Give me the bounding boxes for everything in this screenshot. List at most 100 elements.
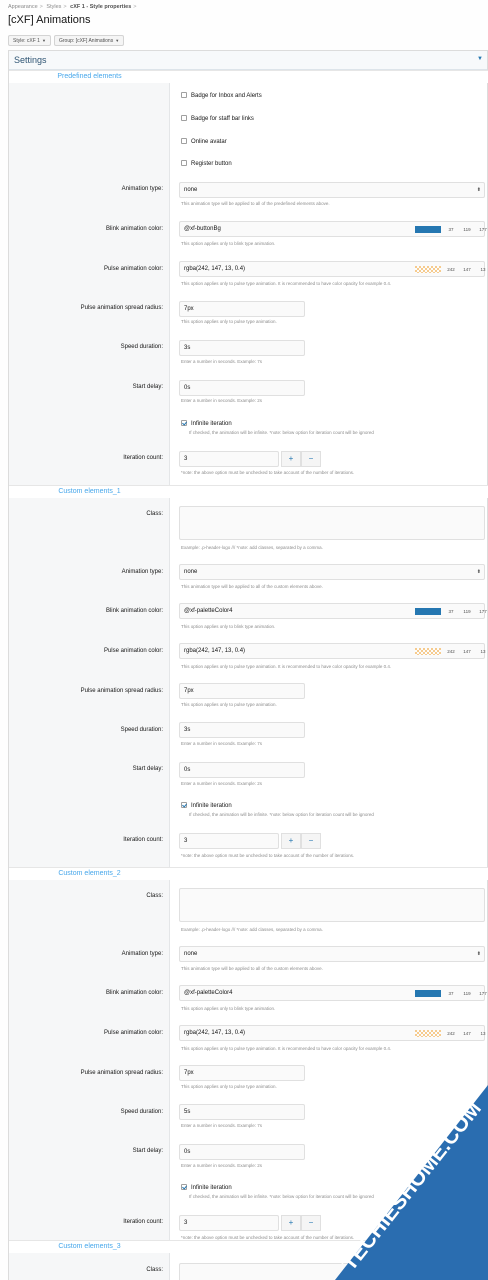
speed-input[interactable]: 3s: [179, 340, 305, 356]
hint-iteration: *note: the above option must be unchecke…: [181, 470, 355, 475]
select-arrows-icon: ⬍: [476, 187, 481, 193]
checkbox-register-button[interactable]: Register button: [181, 160, 232, 167]
checkbox-icon[interactable]: [181, 160, 187, 166]
checkbox-label: Badge for Inbox and Alerts: [191, 93, 262, 99]
hint-animation-type: This animation type will be applied to a…: [181, 201, 330, 206]
rgb-r: 242: [447, 649, 455, 654]
checkbox-badge-staff[interactable]: Badge for staff bar links: [181, 115, 254, 122]
class-textarea[interactable]: [179, 506, 485, 540]
input-value: 7px: [184, 1070, 194, 1076]
checkbox-icon[interactable]: [181, 92, 187, 98]
rgb-r: 37: [448, 227, 454, 232]
section-title-custom-3: Custom elements_3: [58, 1243, 121, 1250]
checkbox-label: Badge for staff bar links: [191, 116, 254, 122]
checkbox-checked-icon[interactable]: [181, 1184, 187, 1190]
class-textarea[interactable]: [179, 1263, 485, 1280]
label-spread-radius: Pulse animation spread radius:: [80, 688, 163, 694]
blink-color-swatch[interactable]: [415, 990, 441, 997]
speed-input[interactable]: 3s: [179, 722, 305, 738]
animation-type-select[interactable]: none ⬍: [179, 946, 485, 962]
decrement-button[interactable]: −: [301, 451, 321, 467]
decrement-button[interactable]: −: [301, 1215, 321, 1231]
checkbox-infinite[interactable]: Infinite iteration: [181, 802, 232, 809]
section-title-custom-2: Custom elements_2: [58, 870, 121, 877]
hint-infinite: If checked, the animation will be infini…: [189, 1194, 374, 1199]
group-filter-button[interactable]: Group: [cXF] Animations ▼: [54, 35, 125, 46]
hint-pulse: This option applies only to pulse type a…: [181, 1046, 392, 1051]
style-filter-button[interactable]: Style: cXF 1 ▼: [8, 35, 51, 46]
rgb-b: 13: [480, 267, 486, 272]
label-animation-type: Animation type:: [121, 186, 163, 192]
checkbox-checked-icon[interactable]: [181, 802, 187, 808]
breadcrumb-style-properties[interactable]: cXF 1 - Style properties: [70, 4, 131, 10]
input-value: 3s: [184, 345, 191, 351]
start-delay-input[interactable]: 0s: [179, 1144, 305, 1160]
rgb-b: 177: [479, 227, 487, 232]
breadcrumb-appearance[interactable]: Appearance: [8, 4, 38, 10]
section-title-custom-1: Custom elements_1: [58, 488, 121, 495]
rgb-r: 37: [448, 609, 454, 614]
start-delay-input[interactable]: 0s: [179, 380, 305, 396]
collapse-toggle-icon[interactable]: ▼: [477, 56, 483, 62]
start-delay-input[interactable]: 0s: [179, 762, 305, 778]
label-column: [9, 51, 170, 1280]
input-value: 7px: [184, 306, 194, 312]
label-class: Class:: [146, 893, 163, 899]
input-value: @xf-paletteColor4: [184, 990, 233, 996]
rgb-b: 13: [480, 1031, 486, 1036]
speed-input[interactable]: 5s: [179, 1104, 305, 1120]
page-title: [cXF] Animations: [8, 14, 91, 26]
hint-iteration: *note: the above option must be unchecke…: [181, 853, 355, 858]
hint-infinite: If checked, the animation will be infini…: [189, 812, 374, 817]
iteration-count-input[interactable]: 3: [179, 451, 279, 467]
hint-pulse: This option applies only to pulse type a…: [181, 281, 392, 286]
blink-color-swatch[interactable]: [415, 608, 441, 615]
pulse-color-swatch[interactable]: [415, 266, 441, 273]
label-spread-radius: Pulse animation spread radius:: [80, 1070, 163, 1076]
pulse-color-swatch[interactable]: [415, 1030, 441, 1037]
chevron-down-icon: ▼: [41, 38, 46, 43]
spread-radius-input[interactable]: 7px: [179, 1065, 305, 1081]
label-class: Class:: [146, 1267, 163, 1273]
label-blink-color: Blink animation color:: [105, 608, 163, 614]
spread-radius-input[interactable]: 7px: [179, 683, 305, 699]
rgb-g: 147: [463, 267, 471, 272]
increment-button[interactable]: +: [281, 833, 301, 849]
input-value: 5s: [184, 1109, 191, 1115]
rgb-g: 147: [463, 649, 471, 654]
settings-block: Settings ▼ Predefined elements Badge for…: [8, 50, 488, 1280]
checkbox-icon[interactable]: [181, 115, 187, 121]
rgb-b: 177: [479, 609, 487, 614]
checkbox-infinite[interactable]: Infinite iteration: [181, 1184, 232, 1191]
label-speed: Speed duration:: [120, 1109, 163, 1115]
rgb-r: 242: [447, 1031, 455, 1036]
hint-class: Example: .p-header-logo /// *note: add c…: [181, 927, 323, 932]
animation-type-select[interactable]: none ⬍: [179, 182, 485, 198]
input-value: rgba(242, 147, 13, 0.4): [184, 648, 246, 654]
spread-radius-input[interactable]: 7px: [179, 301, 305, 317]
checkbox-online-avatar[interactable]: Online avatar: [181, 138, 227, 145]
iteration-count-input[interactable]: 3: [179, 1215, 279, 1231]
settings-header[interactable]: Settings ▼: [9, 51, 487, 70]
class-textarea[interactable]: [179, 888, 485, 922]
animation-type-select[interactable]: none ⬍: [179, 564, 485, 580]
hint-pulse: This option applies only to pulse type a…: [181, 664, 392, 669]
label-animation-type: Animation type:: [121, 569, 163, 575]
checkbox-infinite[interactable]: Infinite iteration: [181, 420, 232, 427]
hint-animation-type: This animation type will be applied to a…: [181, 966, 323, 971]
increment-button[interactable]: +: [281, 451, 301, 467]
checkbox-icon[interactable]: [181, 138, 187, 144]
blink-color-swatch[interactable]: [415, 226, 441, 233]
decrement-button[interactable]: −: [301, 833, 321, 849]
checkbox-label: Infinite iteration: [191, 421, 232, 427]
checkbox-badge-inbox[interactable]: Badge for Inbox and Alerts: [181, 92, 262, 99]
breadcrumb-styles[interactable]: Styles: [46, 4, 61, 10]
increment-button[interactable]: +: [281, 1215, 301, 1231]
section-title-predefined: Predefined elements: [57, 73, 122, 80]
pulse-color-swatch[interactable]: [415, 648, 441, 655]
checkbox-checked-icon[interactable]: [181, 420, 187, 426]
iteration-count-input[interactable]: 3: [179, 833, 279, 849]
chevron-down-icon: ▼: [115, 38, 120, 43]
input-value: 0s: [184, 385, 191, 391]
hint-delay: Enter a number in seconds. Example: 2s: [181, 1163, 263, 1168]
